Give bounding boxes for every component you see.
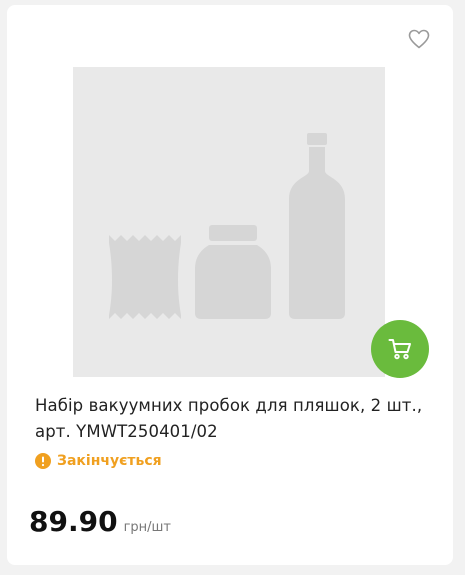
product-placeholder-image [109,133,345,319]
heart-icon [408,29,430,49]
favorite-button[interactable] [407,27,431,51]
product-card[interactable]: Набір вакуумних пробок для пляшок, 2 шт.… [7,5,453,565]
product-title-line2: арт. YMWT250401/02 [35,422,218,441]
stock-status-label: Закінчується [57,453,162,469]
price-value: 89.90 [29,505,118,538]
product-image-placeholder[interactable] [73,67,385,377]
product-title-line1: Набір вакуумних пробок для пляшок, 2 шт.… [35,396,423,415]
exclamation-circle-icon [35,453,51,469]
jar-lid [209,225,257,241]
price-unit: грн/шт [123,520,172,535]
cart-icon [388,339,411,360]
jar-body [195,245,271,319]
product-title[interactable]: Набір вакуумних пробок для пляшок, 2 шт.… [35,393,435,445]
bottle-body [289,147,345,319]
add-to-cart-button[interactable] [371,320,429,378]
bottle-cap [307,133,327,145]
price-block: 89.90 грн/шт [29,505,171,538]
stock-status: Закінчується [35,453,162,469]
bag-shape [109,235,181,319]
